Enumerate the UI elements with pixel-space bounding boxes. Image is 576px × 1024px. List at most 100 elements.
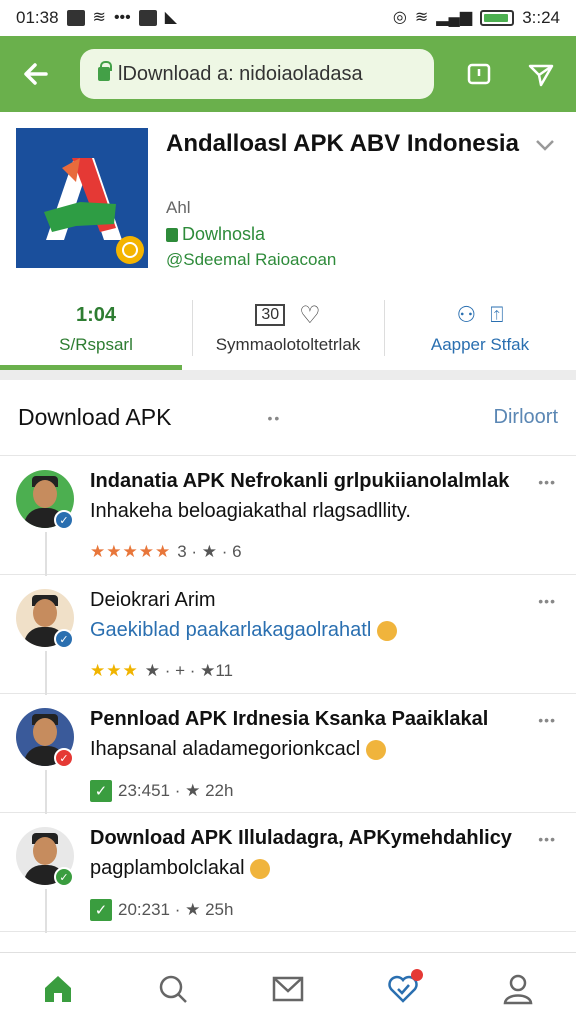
developer-name: Dowlnosla xyxy=(182,224,266,244)
nav-favorites[interactable] xyxy=(375,961,431,1017)
comment-meta-text: 23:451 · ★ 22h xyxy=(118,781,234,800)
stat-value: 1:04 xyxy=(75,303,117,326)
back-button[interactable] xyxy=(14,52,58,96)
battery-icon xyxy=(480,10,515,26)
verified-badge-icon: ✓ xyxy=(54,867,74,887)
send-button[interactable] xyxy=(526,59,556,89)
comment-item[interactable]: ✓ Indanatia APK Nefrokanli grlpukiianola… xyxy=(0,456,576,576)
more-options-icon[interactable]: ••• xyxy=(538,593,556,609)
status-right: ◎ ≋ ▂▄▆ 3::24 xyxy=(393,8,560,28)
chevron-down-icon xyxy=(536,140,554,151)
comment-meta-text: 20:231 · ★ 25h xyxy=(118,900,234,919)
nav-home[interactable] xyxy=(30,961,86,1017)
avatar-face xyxy=(33,599,57,627)
status-clock: 3::24 xyxy=(522,8,560,27)
status-time: 01:38 xyxy=(16,8,59,27)
check-icon: ✓ xyxy=(90,780,112,802)
share-icon: ⍐ xyxy=(490,302,504,327)
heart-icon: ♡ xyxy=(299,301,321,329)
comment-body: pagplambolclakal xyxy=(90,857,530,880)
comment-meta-text: 3 · ★ · 6 xyxy=(177,542,242,561)
comment-meta: ✓ 23:451 · ★ 22h xyxy=(90,780,233,802)
section-title: Download APK xyxy=(18,404,172,430)
comment-title: Deiokrari Arim xyxy=(90,589,216,611)
more-dots-icon[interactable]: •• xyxy=(267,410,281,426)
url-bar[interactable]: lDownload a: nidoiaoladasa xyxy=(80,49,434,99)
send-icon xyxy=(528,64,554,87)
app-title: Andalloasl APK ABV Indonesia xyxy=(166,130,519,157)
notification-icon xyxy=(66,10,85,26)
app-bar-actions xyxy=(464,59,562,89)
comment-text: pagplambolclakal xyxy=(90,857,245,879)
comment-body: Inhakeha beloagiakathal rlagsadllity. xyxy=(90,500,530,523)
stat-label: Aapper Stfak xyxy=(430,335,530,354)
notification-dot xyxy=(411,968,424,981)
nav-messages[interactable] xyxy=(260,961,316,1017)
search-icon xyxy=(159,975,187,1003)
emoji-icon xyxy=(365,739,386,760)
profile-icon xyxy=(503,974,533,1004)
stat-icons: ⚇ ⍐ xyxy=(457,301,504,329)
thread-line xyxy=(45,889,47,933)
alarm-icon: ◎ xyxy=(392,9,407,26)
signal-icon: ◣ xyxy=(164,9,178,26)
verified-badge-icon: ✓ xyxy=(54,629,74,649)
status-bar: 01:38 ≋ ••• ◣ ◎ ≋ ▂▄▆ 3::24 xyxy=(0,0,576,36)
comment-item[interactable]: ✓ Pennload APK Irdnesia Ksanka Paaiklaka… xyxy=(0,694,576,814)
comment-text: Inhakeha beloagiakathal rlagsadllity. xyxy=(90,500,411,522)
signal-bars-icon: ▂▄▆ xyxy=(436,9,473,26)
status-left: 01:38 ≋ ••• ◣ xyxy=(16,8,177,28)
thread-line xyxy=(45,651,47,695)
stat-label: Symmaolotoltetrlak xyxy=(215,335,361,354)
avatar-face xyxy=(33,837,57,865)
download-icon xyxy=(166,227,178,242)
comment-item[interactable]: ✓ Deiokrari Arim Gaekiblad paakarlakagao… xyxy=(0,575,576,695)
nav-search[interactable] xyxy=(145,961,201,1017)
emoji-icon xyxy=(250,858,271,879)
thread-line xyxy=(45,770,47,814)
tabs-icon xyxy=(467,63,491,85)
check-icon: ✓ xyxy=(90,899,112,921)
verified-badge-icon: ✓ xyxy=(54,748,74,768)
top-app-bar: lDownload a: nidoiaoladasa xyxy=(0,36,576,112)
nav-profile[interactable] xyxy=(490,961,546,1017)
url-text: lDownload a: nidoiaoladasa xyxy=(118,62,363,85)
wifi-icon: ≋ xyxy=(414,9,429,26)
emoji-icon xyxy=(376,620,397,641)
arrow-left-icon xyxy=(24,63,48,85)
comment-meta: ✓ ★★★★★ 3 · ★ · 6 xyxy=(90,542,242,562)
comment-body: Ihapsanal aladamegorionkcacl xyxy=(90,738,530,761)
comment-item[interactable]: ✓ Download APK Illuladagra, APKymehdahli… xyxy=(0,813,576,933)
comment-body: Gaekiblad paakarlakagaolrahatl xyxy=(90,619,530,642)
comment-meta: ✓ ★★★ ★ · + · ★11 xyxy=(90,661,233,681)
comment-title: Pennload APK Irdnesia Ksanka Paaiklakal xyxy=(90,708,489,730)
app-logo xyxy=(16,128,148,268)
expand-button[interactable] xyxy=(534,134,556,156)
app-logo-icon xyxy=(44,158,144,264)
app-header: Andalloasl APK ABV Indonesia Ahl Dowlnos… xyxy=(0,112,576,282)
app-notification-icon xyxy=(138,10,157,26)
stat-icons: 30 ♡ xyxy=(255,301,321,329)
stat-support[interactable]: ⚇ ⍐ Aapper Stfak xyxy=(384,286,576,370)
more-options-icon[interactable]: ••• xyxy=(538,831,556,847)
lock-icon xyxy=(98,61,112,81)
tabs-button[interactable] xyxy=(464,59,494,89)
stat-downloads[interactable]: 1:04 S/Rspsarl xyxy=(0,286,192,370)
home-icon xyxy=(44,975,71,1002)
verified-badge-icon: ✓ xyxy=(54,510,74,530)
app-subtitle: Ahl xyxy=(166,198,191,217)
comment-title: Indanatia APK Nefrokanli grlpukiianolalm… xyxy=(90,470,510,492)
stat-label: S/Rspsarl xyxy=(59,335,133,354)
avatar-face xyxy=(33,480,57,508)
app-developer[interactable]: Dowlnosla xyxy=(166,224,265,245)
stat-reviews[interactable]: 30 ♡ Symmaolotoltetrlak xyxy=(192,286,384,370)
comment-meta: ✓ 20:231 · ★ 25h xyxy=(90,899,233,921)
more-options-icon[interactable]: ••• xyxy=(538,474,556,490)
more-options-icon[interactable]: ••• xyxy=(538,712,556,728)
mail-icon xyxy=(272,976,304,1001)
avatar-face xyxy=(33,718,57,746)
section-link[interactable]: Dirloort xyxy=(494,406,558,429)
bottom-nav xyxy=(0,952,576,1024)
rating-stars: ★★★ xyxy=(90,661,139,680)
app-handle[interactable]: @Sdeemal Raioacoan xyxy=(166,250,336,270)
